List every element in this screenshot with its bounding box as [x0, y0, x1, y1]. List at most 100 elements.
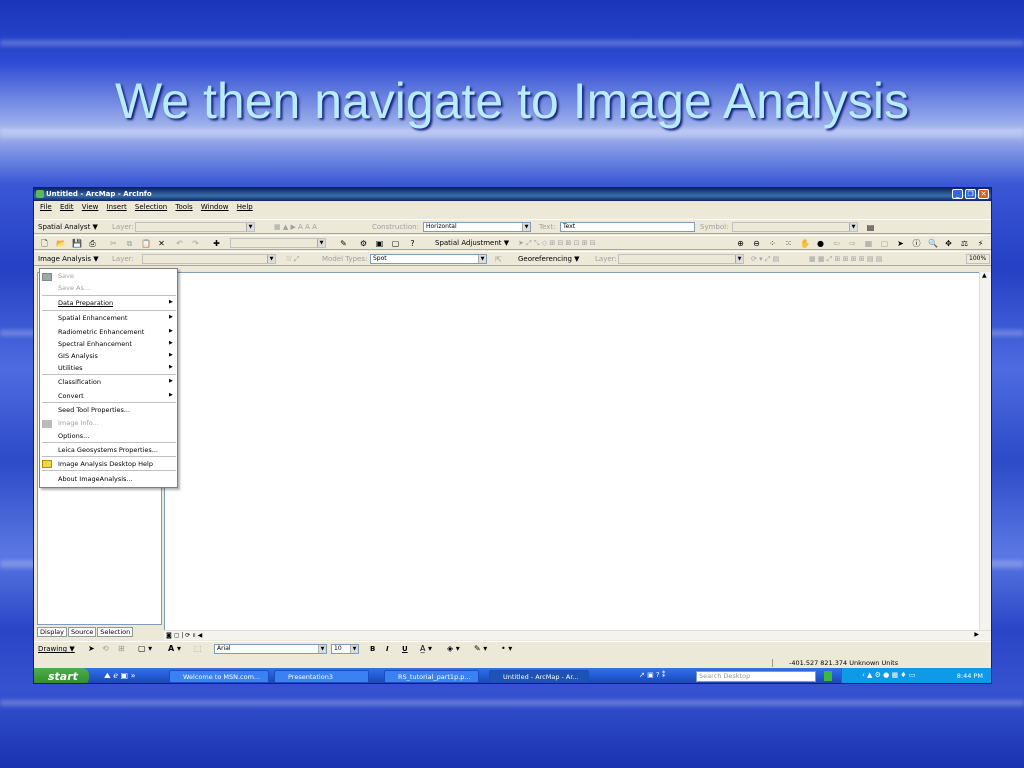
menu-item-utilities[interactable]: Utilities ▶	[58, 364, 173, 372]
find-icon[interactable]: 🔍	[928, 239, 938, 248]
search-go-icon[interactable]	[824, 671, 832, 681]
clear-selection-icon[interactable]: ▢	[880, 239, 889, 248]
task-presentation[interactable]: Presentation3	[274, 670, 369, 683]
image-layer-dropdown[interactable]: ▼	[142, 254, 276, 264]
select-features-icon[interactable]: ▦	[864, 239, 873, 248]
menu-item-spatial-enhancement[interactable]: Spatial Enhancement ▶	[58, 314, 173, 322]
open-icon[interactable]: 📂	[56, 239, 66, 248]
close-button[interactable]: ✕	[978, 189, 989, 199]
fixed-zoom-out-icon[interactable]: ⁙	[784, 239, 793, 248]
italic-button[interactable]: I	[386, 645, 389, 653]
menu-item-data-preparation[interactable]: Data Preparation ▶	[58, 299, 173, 307]
image-analysis-menu-button[interactable]: Image Analysis ▼	[38, 255, 99, 263]
window-icon[interactable]: ▢	[391, 239, 400, 248]
new-icon[interactable]: 🗋	[40, 239, 49, 248]
spatial-adjustment-menu[interactable]: Spatial Adjustment ▼	[435, 239, 509, 247]
menu-item-gis-analysis[interactable]: GIS Analysis ▶	[58, 352, 173, 360]
menu-file[interactable]: File	[40, 203, 52, 211]
menu-item-save[interactable]: Save	[58, 272, 74, 280]
full-extent-icon[interactable]: ●	[816, 239, 825, 248]
layer-dropdown[interactable]: ▼	[135, 222, 255, 232]
fixed-zoom-in-icon[interactable]: ⁘	[768, 239, 777, 248]
save-icon[interactable]: 💾	[72, 239, 82, 248]
tray-icons[interactable]: ‹ ▲ ⚙ ● ▦ ♦ ▭	[862, 671, 915, 679]
menu-item-image-info[interactable]: Image Info...	[58, 419, 99, 427]
georef-layer-dropdown[interactable]: ▼	[618, 254, 744, 264]
font-color-icon[interactable]: A̲ ▾	[420, 644, 432, 653]
text-field[interactable]: Text	[560, 222, 695, 232]
copy-icon[interactable]: ⧉	[125, 239, 134, 248]
search-desktop-input[interactable]: Search Desktop	[696, 671, 816, 682]
hyperlink-icon[interactable]: ⚡	[976, 239, 985, 248]
whats-this-icon[interactable]: ?	[408, 239, 417, 248]
menu-item-classification[interactable]: Classification ▶	[58, 378, 173, 386]
paste-icon[interactable]: 📋	[141, 239, 151, 248]
start-button[interactable]: start	[34, 668, 89, 683]
editor-icon[interactable]: ✎	[339, 239, 348, 248]
menu-item-spectral-enhancement[interactable]: Spectral Enhancement ▶	[58, 340, 173, 348]
menu-edit[interactable]: Edit	[60, 203, 74, 211]
back-icon[interactable]: ⇦	[832, 239, 841, 248]
pan-icon[interactable]: ✋	[800, 239, 810, 248]
go-to-xy-icon[interactable]: ✥	[944, 239, 953, 248]
menu-item-radiometric-enhancement[interactable]: Radiometric Enhancement ▶	[58, 328, 173, 336]
menu-tools[interactable]: Tools	[175, 203, 192, 211]
text-tool-icon[interactable]: A ▾	[168, 644, 181, 653]
measure-icon[interactable]: ⚖	[960, 239, 969, 248]
quick-launch-icons[interactable]: ⛰ ℯ ▣ »	[104, 671, 136, 681]
rectangle-icon[interactable]: ▢ ▾	[138, 644, 152, 653]
delete-icon[interactable]: ✕	[157, 239, 166, 248]
edit-vertices-icon[interactable]: ⬚	[194, 644, 202, 653]
forward-icon[interactable]: ⇨	[848, 239, 857, 248]
menu-window[interactable]: Window	[201, 203, 229, 211]
construction-dropdown[interactable]: Horizontal ▼	[423, 222, 531, 232]
zoom-in-icon[interactable]: ⊕	[736, 239, 745, 248]
menu-item-options[interactable]: Options...	[58, 432, 89, 440]
select-elements-icon[interactable]: ➤	[896, 239, 905, 248]
settings-icon[interactable]: ▤	[866, 223, 875, 232]
vertical-scrollbar[interactable]: ▲ ▼	[979, 272, 991, 636]
add-data-icon[interactable]: ✚	[212, 239, 221, 248]
arctoolbox-icon[interactable]: ⚙	[359, 239, 368, 248]
maximize-button[interactable]: ❐	[965, 189, 976, 199]
menu-item-save-as[interactable]: Save As...	[58, 284, 90, 292]
cut-icon[interactable]: ✂	[109, 239, 118, 248]
window-titlebar[interactable]: Untitled - ArcMap - ArcInfo _ ❐ ✕	[34, 188, 991, 201]
bold-button[interactable]: B	[370, 645, 375, 653]
zoom-percent[interactable]: 100%	[966, 254, 990, 264]
rotate-icon[interactable]: ⟲	[102, 644, 109, 653]
menu-item-desktop-help[interactable]: Image Analysis Desktop Help	[58, 460, 153, 468]
identify-icon[interactable]: ⓘ	[912, 239, 921, 248]
menu-insert[interactable]: Insert	[107, 203, 127, 211]
fill-color-icon[interactable]: ◈ ▾	[447, 644, 460, 653]
layout-view-icons[interactable]: ◙ ▢ | ⟳ ॥ ◀	[166, 631, 202, 639]
tab-selection[interactable]: Selection	[97, 627, 134, 637]
drawing-menu[interactable]: Drawing ▼	[38, 645, 75, 653]
marker-color-icon[interactable]: • ▾	[501, 644, 512, 653]
scroll-right-icon[interactable]: ▶	[974, 631, 979, 638]
georeferencing-menu[interactable]: Georeferencing ▼	[518, 255, 580, 263]
zoom-whole-page-icon[interactable]: ⊞	[118, 644, 125, 653]
menu-item-about[interactable]: About ImageAnalysis...	[58, 475, 133, 483]
font-dropdown[interactable]: Arial ▼	[214, 644, 327, 654]
map-canvas[interactable]	[164, 272, 991, 636]
line-color-icon[interactable]: ✎ ▾	[474, 644, 487, 653]
scroll-up-icon[interactable]: ▲	[982, 272, 987, 279]
scale-dropdown[interactable]: ▼	[230, 238, 326, 248]
redo-icon[interactable]: ↷	[191, 239, 200, 248]
spatial-analyst-menu[interactable]: Spatial Analyst ▼	[38, 223, 98, 231]
underline-button[interactable]: U	[402, 645, 408, 653]
model-types-dropdown[interactable]: Spot ▼	[370, 254, 487, 264]
minimize-button[interactable]: _	[952, 189, 963, 199]
horizontal-scrollbar[interactable]: ◙ ▢ | ⟳ ॥ ◀ ▶	[164, 630, 991, 640]
menu-item-leica-properties[interactable]: Leica Geosystems Properties...	[58, 446, 158, 454]
menu-help[interactable]: Help	[237, 203, 253, 211]
menu-view[interactable]: View	[82, 203, 99, 211]
geo-tool-icon[interactable]: ⇱	[494, 255, 503, 264]
print-icon[interactable]: ⎙	[88, 239, 97, 248]
tab-display[interactable]: Display	[37, 627, 67, 637]
task-rs-tutorial[interactable]: RS_tutorial_part1p.p...	[384, 670, 479, 683]
menu-item-convert[interactable]: Convert ▶	[58, 392, 173, 400]
task-arcmap[interactable]: Untitled - ArcMap - Ar...	[489, 670, 589, 683]
toolbar-icons[interactable]: ↗ ▣ ? ⁑	[639, 671, 665, 679]
